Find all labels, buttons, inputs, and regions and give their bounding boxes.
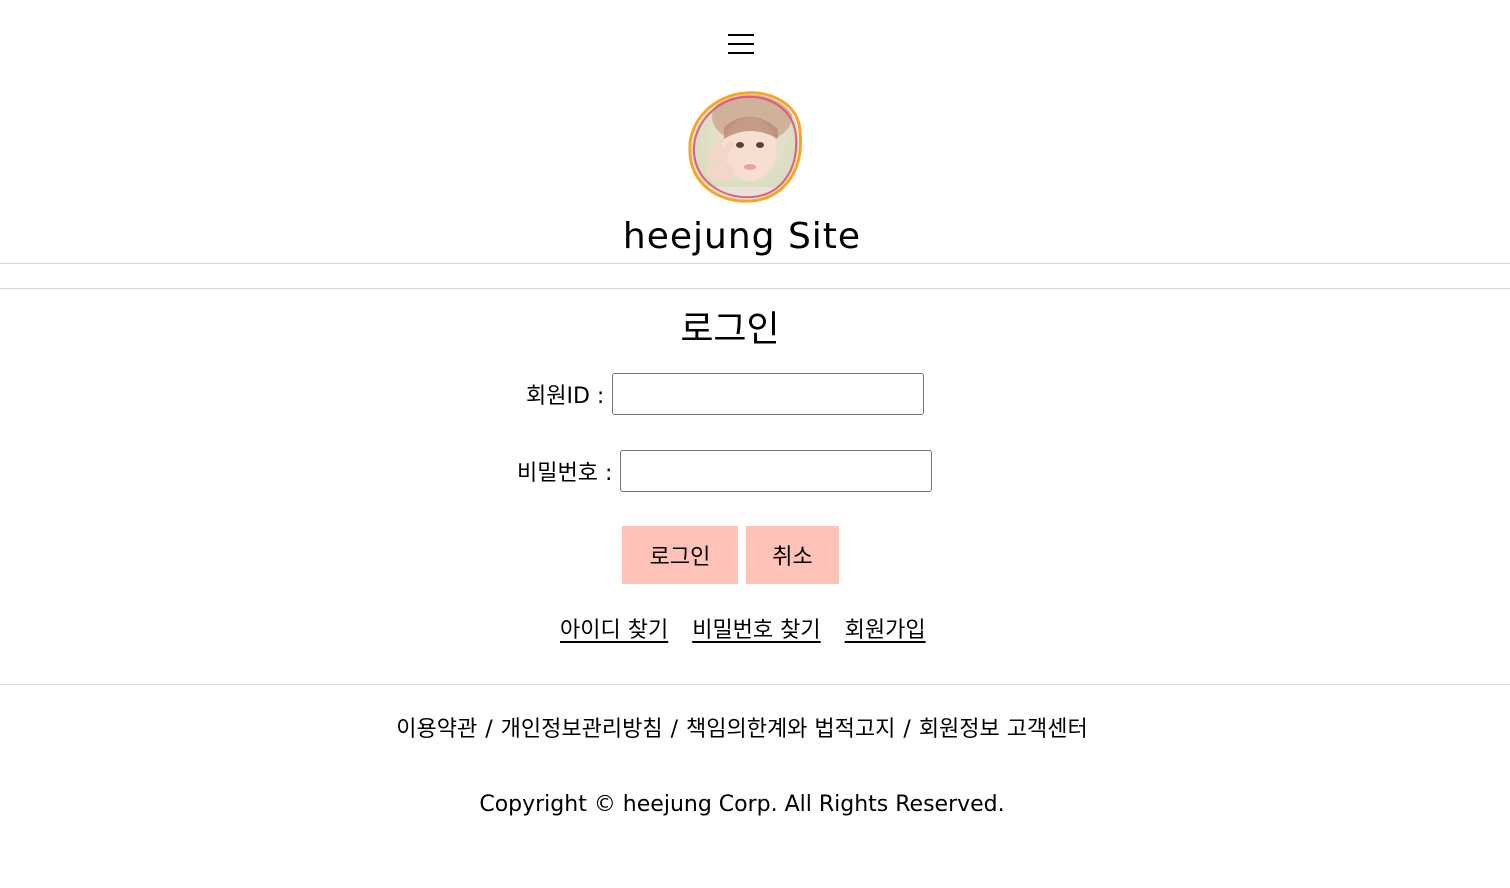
customer-center-link[interactable]: 회원정보 고객센터 [919, 717, 1088, 742]
find-id-link[interactable]: 아이디 찾기 [560, 612, 668, 644]
hamburger-menu-icon[interactable] [728, 28, 756, 60]
member-id-label: 회원ID : [526, 384, 605, 409]
account-links: 아이디 찾기 비밀번호 찾기 회원가입 [560, 612, 926, 644]
copyright-text: Copyright © heejung Corp. All Rights Res… [479, 792, 1005, 817]
cancel-button[interactable]: 취소 [746, 526, 839, 584]
signup-link[interactable]: 회원가입 [845, 612, 926, 644]
footer-links: 이용약관 / 개인정보관리방침 / 책임의한계와 법적고지 / 회원정보 고객센터 [0, 714, 1484, 746]
member-id-row: 회원ID : [526, 373, 925, 415]
legal-notice-link[interactable]: 책임의한계와 법적고지 [686, 717, 895, 742]
password-input[interactable] [620, 450, 933, 492]
login-title: 로그인 [680, 309, 780, 350]
find-password-link[interactable]: 비밀번호 찾기 [692, 612, 820, 644]
terms-link[interactable]: 이용약관 [396, 717, 477, 742]
member-id-input[interactable] [612, 373, 925, 415]
footer-separator: / [670, 717, 678, 742]
footer-divider [0, 684, 1510, 685]
content-divider-top [0, 288, 1510, 289]
site-title: heejung Site [622, 216, 862, 257]
privacy-policy-link[interactable]: 개인정보관리방침 [501, 717, 663, 742]
footer-separator: / [485, 717, 493, 742]
footer-separator: / [903, 717, 911, 742]
password-label: 비밀번호 : [517, 461, 613, 486]
password-row: 비밀번호 : [517, 450, 933, 492]
header-divider [0, 263, 1510, 264]
profile-avatar-image [688, 91, 803, 203]
login-button[interactable]: 로그인 [622, 526, 738, 584]
